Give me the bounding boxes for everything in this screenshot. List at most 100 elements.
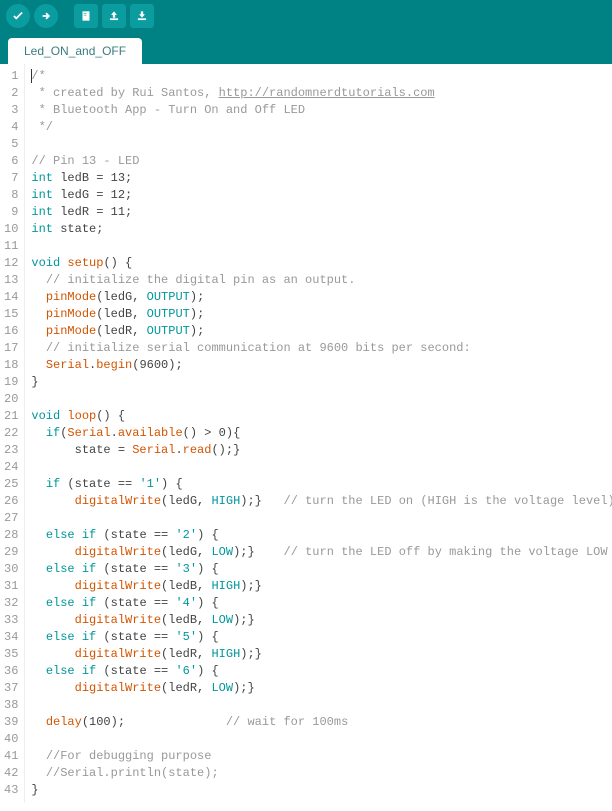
line-number: 31 <box>4 578 18 595</box>
line-number: 9 <box>4 204 18 221</box>
code-editor[interactable]: 1234567891011121314151617181920212223242… <box>0 64 612 803</box>
code-line[interactable]: else if (state == '5') { <box>31 629 612 646</box>
code-line[interactable]: digitalWrite(ledB, LOW);} <box>31 612 612 629</box>
upload-button[interactable] <box>34 4 58 28</box>
line-number: 23 <box>4 442 18 459</box>
code-line[interactable] <box>31 391 612 408</box>
code-line[interactable]: digitalWrite(ledR, HIGH);} <box>31 646 612 663</box>
line-number: 37 <box>4 680 18 697</box>
line-number: 29 <box>4 544 18 561</box>
code-line[interactable]: if(Serial.available() > 0){ <box>31 425 612 442</box>
line-number: 35 <box>4 646 18 663</box>
line-number: 12 <box>4 255 18 272</box>
code-line[interactable]: * Bluetooth App - Turn On and Off LED <box>31 102 612 119</box>
line-number: 8 <box>4 187 18 204</box>
line-number: 39 <box>4 714 18 731</box>
new-button[interactable] <box>74 4 98 28</box>
code-line[interactable]: //Serial.println(state); <box>31 765 612 782</box>
line-number: 42 <box>4 765 18 782</box>
arrow-up-icon <box>107 9 121 23</box>
line-number: 10 <box>4 221 18 238</box>
code-line[interactable]: /* <box>31 68 612 85</box>
line-number: 27 <box>4 510 18 527</box>
code-line[interactable]: pinMode(ledG, OUTPUT); <box>31 289 612 306</box>
line-number: 18 <box>4 357 18 374</box>
code-line[interactable]: int ledG = 12; <box>31 187 612 204</box>
file-icon <box>79 9 93 23</box>
line-number: 28 <box>4 527 18 544</box>
line-number: 21 <box>4 408 18 425</box>
line-number: 15 <box>4 306 18 323</box>
code-line[interactable]: Serial.begin(9600); <box>31 357 612 374</box>
line-number: 40 <box>4 731 18 748</box>
code-line[interactable]: // initialize the digital pin as an outp… <box>31 272 612 289</box>
code-line[interactable]: digitalWrite(ledG, HIGH);} // turn the L… <box>31 493 612 510</box>
line-number: 14 <box>4 289 18 306</box>
line-number: 4 <box>4 119 18 136</box>
code-line[interactable]: else if (state == '2') { <box>31 527 612 544</box>
line-number: 33 <box>4 612 18 629</box>
toolbar <box>0 0 612 32</box>
code-line[interactable]: //For debugging purpose <box>31 748 612 765</box>
code-line[interactable]: } <box>31 782 612 799</box>
code-line[interactable] <box>31 697 612 714</box>
line-number: 34 <box>4 629 18 646</box>
check-icon <box>11 9 25 23</box>
code-line[interactable] <box>31 731 612 748</box>
line-number: 16 <box>4 323 18 340</box>
code-line[interactable]: digitalWrite(ledB, HIGH);} <box>31 578 612 595</box>
line-number: 6 <box>4 153 18 170</box>
line-number: 17 <box>4 340 18 357</box>
line-number: 38 <box>4 697 18 714</box>
code-line[interactable]: else if (state == '6') { <box>31 663 612 680</box>
code-line[interactable]: digitalWrite(ledR, LOW);} <box>31 680 612 697</box>
code-line[interactable]: digitalWrite(ledG, LOW);} // turn the LE… <box>31 544 612 561</box>
line-number: 11 <box>4 238 18 255</box>
code-line[interactable] <box>31 136 612 153</box>
code-line[interactable]: if (state == '1') { <box>31 476 612 493</box>
code-line[interactable]: state = Serial.read();} <box>31 442 612 459</box>
verify-button[interactable] <box>6 4 30 28</box>
code-line[interactable] <box>31 510 612 527</box>
code-area[interactable]: /* * created by Rui Santos, http://rando… <box>25 64 612 803</box>
line-number: 7 <box>4 170 18 187</box>
tab-bar: Led_ON_and_OFF <box>0 32 612 64</box>
line-number: 20 <box>4 391 18 408</box>
code-line[interactable]: } <box>31 374 612 391</box>
line-gutter: 1234567891011121314151617181920212223242… <box>0 64 25 803</box>
code-line[interactable]: else if (state == '3') { <box>31 561 612 578</box>
code-line[interactable]: // Pin 13 - LED <box>31 153 612 170</box>
line-number: 22 <box>4 425 18 442</box>
line-number: 2 <box>4 85 18 102</box>
line-number: 1 <box>4 68 18 85</box>
line-number: 43 <box>4 782 18 799</box>
code-line[interactable]: else if (state == '4') { <box>31 595 612 612</box>
line-number: 26 <box>4 493 18 510</box>
tab-active[interactable]: Led_ON_and_OFF <box>8 38 142 64</box>
code-line[interactable] <box>31 459 612 476</box>
code-line[interactable]: delay(100); // wait for 100ms <box>31 714 612 731</box>
line-number: 36 <box>4 663 18 680</box>
line-number: 24 <box>4 459 18 476</box>
line-number: 3 <box>4 102 18 119</box>
code-line[interactable]: int ledB = 13; <box>31 170 612 187</box>
code-line[interactable]: void loop() { <box>31 408 612 425</box>
arrow-right-icon <box>39 9 53 23</box>
code-line[interactable]: pinMode(ledB, OUTPUT); <box>31 306 612 323</box>
line-number: 5 <box>4 136 18 153</box>
code-line[interactable] <box>31 238 612 255</box>
line-number: 32 <box>4 595 18 612</box>
code-line[interactable]: void setup() { <box>31 255 612 272</box>
code-line[interactable]: // initialize serial communication at 96… <box>31 340 612 357</box>
open-button[interactable] <box>102 4 126 28</box>
line-number: 41 <box>4 748 18 765</box>
save-button[interactable] <box>130 4 154 28</box>
line-number: 25 <box>4 476 18 493</box>
code-line[interactable]: * created by Rui Santos, http://randomne… <box>31 85 612 102</box>
code-line[interactable]: int state; <box>31 221 612 238</box>
code-line[interactable]: */ <box>31 119 612 136</box>
line-number: 30 <box>4 561 18 578</box>
line-number: 19 <box>4 374 18 391</box>
code-line[interactable]: int ledR = 11; <box>31 204 612 221</box>
code-line[interactable]: pinMode(ledR, OUTPUT); <box>31 323 612 340</box>
